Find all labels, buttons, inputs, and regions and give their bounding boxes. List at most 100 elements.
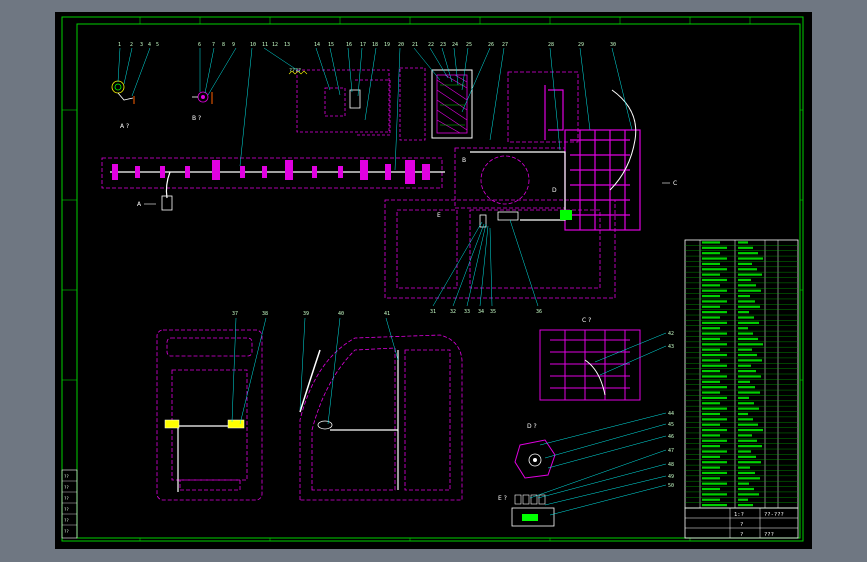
parts-row-text-mark: [738, 402, 754, 405]
parts-row-text-mark: [738, 375, 761, 378]
rev-cell-3: ??: [64, 496, 69, 501]
parts-row-text-mark: [738, 504, 753, 507]
parts-row-text-mark: [702, 412, 720, 416]
parts-row-text-mark: [738, 262, 752, 265]
parts-row-text-mark: [702, 391, 720, 394]
callout-12: 12: [272, 42, 278, 48]
parts-row-text-mark: [738, 418, 753, 421]
callout-16: 16: [346, 42, 352, 48]
parts-row-text-mark: [702, 305, 720, 308]
parts-row-text-mark: [738, 482, 749, 485]
parts-row-text-mark: [702, 380, 720, 383]
parts-row-text-mark: [738, 498, 748, 501]
parts-row-text-mark: [738, 359, 762, 362]
parts-row-text-mark: [738, 348, 752, 351]
rev-cell-6: ??: [64, 529, 69, 534]
parts-row-text-mark: [702, 402, 720, 405]
callout-17: 17: [360, 42, 366, 48]
parts-row-text-mark: [738, 268, 757, 271]
view-b-label: B ?: [192, 115, 201, 122]
parts-row-text-mark: [738, 311, 749, 314]
callout-41: 41: [384, 311, 390, 317]
callout-4: 4: [148, 42, 151, 48]
parts-row-text-mark: [702, 450, 727, 453]
parts-row-text-mark: [738, 493, 759, 496]
parts-row-text-mark: [702, 337, 720, 341]
parts-row-text-mark: [738, 273, 762, 276]
parts-row-text-mark: [702, 343, 727, 346]
parts-row-text-mark: [738, 327, 748, 330]
parts-row-text-mark: [738, 289, 761, 292]
callout-40: 40: [338, 311, 344, 317]
parts-row-text-mark: [738, 428, 763, 432]
parts-row-text-mark: [738, 434, 752, 437]
parts-row-text-mark: [738, 246, 753, 249]
drawing-number: ??-???: [764, 512, 784, 518]
parts-row-text-mark: [738, 466, 750, 469]
callout-7: 7: [212, 42, 215, 48]
callout-37: 37: [232, 311, 238, 317]
parts-row-text-mark: [702, 498, 720, 501]
callout-36: 36: [536, 309, 542, 315]
callout-38: 38: [262, 311, 268, 317]
parts-row-text-mark: [702, 241, 720, 244]
parts-row-text-mark: [702, 396, 727, 399]
arrow-b-label: B: [462, 157, 466, 164]
parts-row-text-mark: [738, 316, 754, 319]
parts-row-text-mark: [702, 423, 720, 426]
view-d-label: D ?: [527, 423, 537, 430]
parts-row-text-mark: [702, 466, 720, 469]
callout-50: 50: [668, 483, 674, 489]
callout-22: 22: [428, 42, 434, 48]
callout-9: 9: [232, 42, 235, 48]
parts-row-text-mark: [702, 289, 727, 292]
parts-row-text-mark: [738, 412, 748, 416]
callout-23: 23: [440, 42, 446, 48]
callout-49: 49: [668, 474, 674, 480]
parts-row-text-mark: [738, 461, 761, 464]
callout-14: 14: [314, 42, 320, 48]
callout-35: 35: [490, 309, 496, 315]
drawing-canvas: [55, 12, 812, 549]
arrow-e-label: E: [437, 212, 441, 219]
parts-row-text-mark: [738, 423, 758, 426]
parts-row-text-mark: [702, 300, 727, 303]
parts-row-text-mark: [702, 327, 720, 330]
callout-24: 24: [452, 42, 458, 48]
parts-row-text-mark: [702, 353, 727, 357]
parts-row-text-mark: [702, 257, 727, 260]
parts-row-text-mark: [738, 343, 763, 346]
callout-43: 43: [668, 344, 674, 350]
parts-row-text-mark: [702, 482, 727, 485]
callout-42: 42: [668, 331, 674, 337]
callout-26: 26: [488, 42, 494, 48]
parts-row-text-mark: [738, 439, 757, 442]
parts-row-text-mark: [702, 294, 720, 298]
callout-10: 10: [250, 42, 256, 48]
parts-row-text-mark: [702, 439, 727, 442]
parts-row-text-mark: [738, 294, 750, 298]
parts-row-text-mark: [702, 434, 720, 437]
callout-30: 30: [610, 42, 616, 48]
parts-row-text-mark: [738, 284, 756, 287]
parts-row-text-mark: [702, 455, 720, 458]
view-c-label: C ?: [582, 317, 591, 324]
parts-row-text-mark: [702, 487, 720, 491]
company-name: ???: [764, 532, 774, 538]
parts-row-text-mark: [738, 353, 757, 357]
parts-row-text-mark: [702, 359, 720, 362]
callout-1: 1: [118, 42, 121, 48]
parts-row-text-mark: [738, 386, 755, 389]
callout-39: 39: [303, 311, 309, 317]
callout-21: 21: [412, 42, 418, 48]
parts-row-text-mark: [738, 477, 760, 480]
parts-row-text-mark: [738, 450, 751, 453]
callout-3: 3: [140, 42, 143, 48]
view-a-label: A ?: [120, 123, 129, 130]
cab-connector-right: [227, 419, 245, 429]
parts-row-text-mark: [702, 375, 727, 378]
parts-row-text-mark: [702, 418, 727, 421]
callout-25: 25: [466, 42, 472, 48]
arrow-d-label: D: [552, 187, 557, 194]
callout-34: 34: [478, 309, 484, 315]
